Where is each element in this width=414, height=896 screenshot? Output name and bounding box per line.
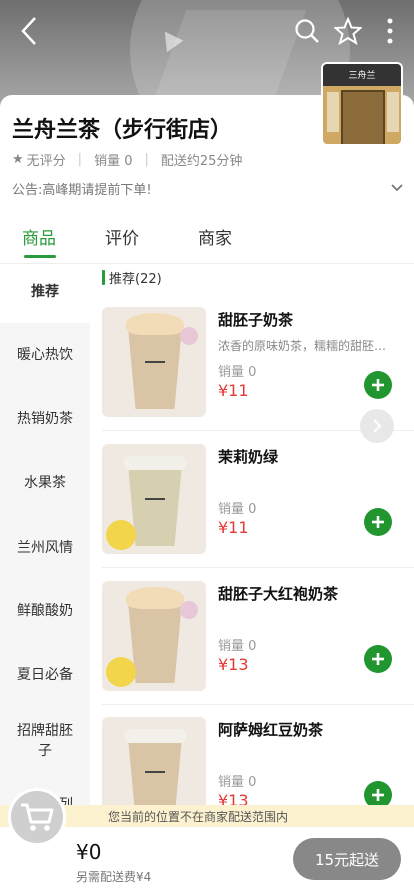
lemon-decoration xyxy=(106,520,136,550)
add-to-cart-button[interactable] xyxy=(364,645,392,673)
tab-reviews[interactable]: 评价 xyxy=(105,224,139,249)
store-door xyxy=(341,90,385,144)
product-name: 甜胚子奶茶 xyxy=(218,311,294,329)
store-notice[interactable]: 公告:高峰期请提前下单! xyxy=(12,179,152,198)
cup-logo xyxy=(145,498,165,500)
back-button[interactable] xyxy=(12,14,46,48)
delivery-time-text: 配送约25分钟 xyxy=(160,154,243,169)
sidebar-item-summer[interactable]: 夏日必备 xyxy=(0,665,90,685)
plus-icon xyxy=(372,516,384,528)
cup-shape xyxy=(128,601,182,683)
store-meta: ★ 无评分 | 销量 0 | 配送约25分钟 xyxy=(12,150,242,169)
product-price: ¥11 xyxy=(218,518,249,537)
store-sign-text: 三舟兰 xyxy=(348,71,376,81)
scroll-right-button[interactable] xyxy=(360,409,394,443)
cart-button[interactable] xyxy=(8,788,66,846)
lemon-decoration xyxy=(106,657,136,687)
divider xyxy=(102,704,414,705)
store-window xyxy=(327,92,339,132)
add-to-cart-button[interactable] xyxy=(364,371,392,399)
chevron-left-icon xyxy=(21,17,36,45)
product-sales: 销量 0 xyxy=(218,502,257,517)
product-price: ¥13 xyxy=(218,655,249,674)
product-name: 茉莉奶绿 xyxy=(218,448,279,466)
more-vertical-icon xyxy=(387,18,393,44)
shopping-cart-icon xyxy=(21,803,54,831)
sidebar-item-yogurt[interactable]: 鲜酿酸奶 xyxy=(0,601,90,621)
search-button[interactable] xyxy=(290,14,324,48)
product-item[interactable]: 甜胚子大红袍奶茶 销量 0 ¥13 xyxy=(102,581,414,711)
expand-notice-button[interactable] xyxy=(390,178,404,197)
cup-shape xyxy=(128,464,182,546)
more-button[interactable] xyxy=(373,14,407,48)
cup-logo xyxy=(145,361,165,363)
sidebar-item-lanzhou[interactable]: 兰州风情 xyxy=(0,538,90,558)
tab-bar: 商品 评价 商家 xyxy=(0,208,414,264)
store-window xyxy=(387,92,399,132)
add-to-cart-button[interactable] xyxy=(364,508,392,536)
active-tab-indicator xyxy=(24,255,56,258)
sidebar-item-milk-tea[interactable]: 热销奶茶 xyxy=(0,409,90,429)
star-icon: ★ xyxy=(12,152,24,167)
divider xyxy=(102,567,414,568)
favorite-button[interactable] xyxy=(331,14,365,48)
sales-text: 销量 0 xyxy=(94,154,133,169)
sidebar-item-recommend[interactable]: 推荐 xyxy=(0,265,90,323)
sidebar-item-hot-drinks[interactable]: 暖心热饮 xyxy=(0,345,90,365)
plus-icon xyxy=(372,789,384,801)
cart-total: ¥0 xyxy=(76,840,102,864)
product-item[interactable]: 茉莉奶绿 销量 0 ¥11 xyxy=(102,444,414,574)
search-icon xyxy=(295,19,319,43)
foam-topping xyxy=(126,313,184,335)
cup-lid xyxy=(124,729,186,743)
product-image[interactable] xyxy=(102,307,206,417)
product-sales: 销量 0 xyxy=(218,365,257,380)
divider: | xyxy=(144,152,149,167)
sidebar-item-fruit-tea[interactable]: 水果茶 xyxy=(0,473,90,493)
tab-merchant[interactable]: 商家 xyxy=(198,224,232,249)
section-title-text: 推荐(22) xyxy=(109,272,162,287)
plus-icon xyxy=(372,653,384,665)
product-name: 阿萨姆红豆奶茶 xyxy=(218,721,324,739)
store-photo[interactable]: 三舟兰 xyxy=(321,62,403,146)
tab-products[interactable]: 商品 xyxy=(22,224,56,249)
delivery-range-text: 您当前的位置不在商家配送范围内 xyxy=(108,810,289,824)
cup-lid xyxy=(124,456,186,470)
section-marker xyxy=(102,270,105,285)
divider: | xyxy=(77,152,83,167)
sidebar-item-signature[interactable]: 招牌甜胚子 xyxy=(0,721,90,761)
cup-logo xyxy=(145,771,165,773)
category-sidebar: 推荐 暖心热饮 热销奶茶 水果茶 兰州风情 鲜酿酸奶 夏日必备 招牌甜胚子 套餐… xyxy=(0,265,90,813)
chevron-down-icon xyxy=(391,184,403,192)
store-name: 兰舟兰茶（步行街店） xyxy=(12,118,233,143)
product-sales: 销量 0 xyxy=(218,639,257,654)
min-order-button[interactable]: 15元起送 xyxy=(293,838,401,880)
cup-shape xyxy=(128,327,182,409)
flower-decoration xyxy=(180,601,198,619)
app-screen: 三舟兰 兰舟兰茶（步行街店） ★ 无评分 | 销量 0 | 配送约25分钟 公告… xyxy=(0,0,414,896)
product-image[interactable] xyxy=(102,444,206,554)
product-desc: 浓香的原味奶茶，糯糯的甜胚… xyxy=(218,339,387,353)
flower-decoration xyxy=(180,327,198,345)
product-image[interactable] xyxy=(102,581,206,691)
product-name: 甜胚子大红袍奶茶 xyxy=(218,585,339,603)
rating-text: 无评分 xyxy=(26,154,66,169)
product-sales: 销量 0 xyxy=(218,775,257,790)
chevron-right-icon xyxy=(373,419,382,433)
section-title: 推荐(22) xyxy=(102,268,162,287)
foam-topping xyxy=(126,587,184,609)
star-outline-icon xyxy=(334,17,362,45)
plus-icon xyxy=(372,379,384,391)
delivery-fee: 另需配送费¥4 xyxy=(76,870,152,884)
product-price: ¥11 xyxy=(218,381,249,400)
